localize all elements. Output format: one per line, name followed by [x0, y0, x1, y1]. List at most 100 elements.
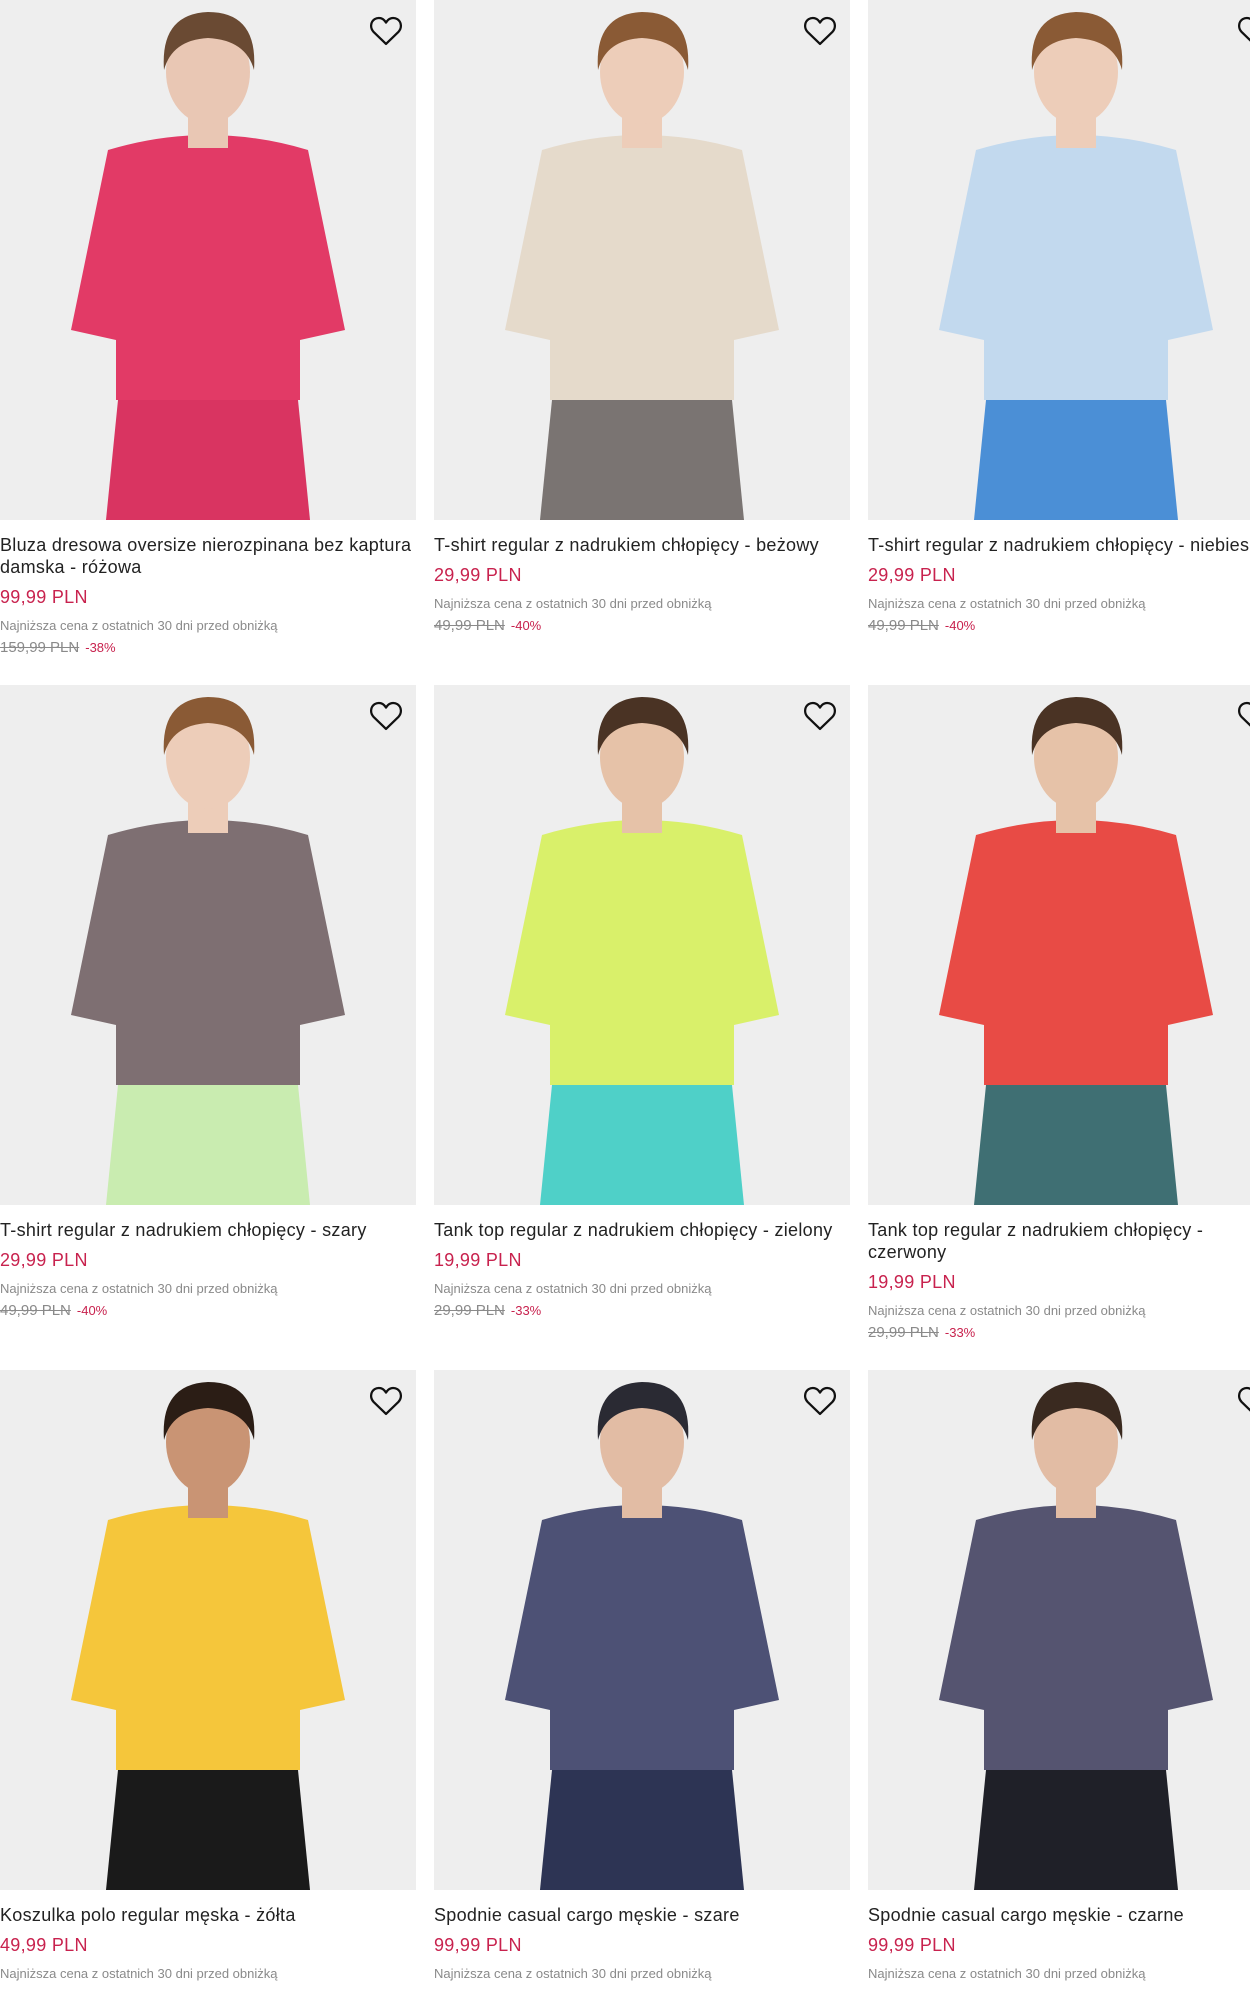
- lowest-price-label: Najniższa cena z ostatnich 30 dni przed …: [868, 1303, 1146, 1318]
- old-price-row: 159,99 PLN -38%: [0, 638, 416, 657]
- product-name[interactable]: T-shirt regular z nadrukiem chłopięcy - …: [434, 534, 850, 556]
- product-name[interactable]: Spodnie casual cargo męskie - czarne: [868, 1904, 1250, 1926]
- product-photo-figure: [0, 0, 416, 520]
- wishlist-heart-button[interactable]: [802, 12, 838, 48]
- product-photo-figure: [0, 1370, 416, 1890]
- product-info: T-shirt regular z nadrukiem chłopięcy - …: [434, 520, 850, 635]
- product-photo-figure: [0, 685, 416, 1205]
- product-info: Spodnie casual cargo męskie - szare 99,9…: [434, 1890, 850, 1982]
- product-image[interactable]: [0, 0, 416, 520]
- product-info: T-shirt regular z nadrukiem chłopięcy - …: [0, 1205, 416, 1320]
- lowest-price-label: Najniższa cena z ostatnich 30 dni przed …: [434, 1281, 712, 1296]
- heart-icon: [804, 16, 836, 45]
- heart-icon: [804, 1386, 836, 1415]
- product-image[interactable]: [434, 685, 850, 1205]
- old-price-row: 29,99 PLN -33%: [868, 1323, 1250, 1342]
- wishlist-heart-button[interactable]: [802, 1382, 838, 1418]
- old-price: 29,99 PLN: [434, 1302, 505, 1319]
- old-price: 49,99 PLN: [434, 617, 505, 634]
- product-photo-figure: [868, 1370, 1250, 1890]
- product-card[interactable]: Tank top regular z nadrukiem chłopięcy -…: [868, 685, 1250, 1370]
- product-image[interactable]: [868, 0, 1250, 520]
- discount-badge: -40%: [76, 1303, 108, 1318]
- product-image[interactable]: [0, 685, 416, 1205]
- lowest-price-label: Najniższa cena z ostatnich 30 dni przed …: [434, 1966, 712, 1981]
- product-card[interactable]: Spodnie casual cargo męskie - czarne 99,…: [868, 1370, 1250, 1992]
- product-price: 29,99 PLN: [868, 565, 956, 585]
- product-image[interactable]: [868, 1370, 1250, 1890]
- wishlist-heart-button[interactable]: [802, 697, 838, 733]
- wishlist-heart-button[interactable]: [1236, 1382, 1250, 1418]
- discount-badge: -33%: [944, 1325, 976, 1340]
- discount-badge: -40%: [510, 618, 542, 633]
- product-photo-figure: [434, 0, 850, 520]
- product-name[interactable]: T-shirt regular z nadrukiem chłopięcy - …: [868, 534, 1250, 556]
- discount-badge: -38%: [85, 640, 116, 655]
- product-card[interactable]: Spodnie casual cargo męskie - szare 99,9…: [434, 1370, 850, 1992]
- product-card[interactable]: Koszulka polo regular męska - żółta 49,9…: [0, 1370, 416, 1992]
- wishlist-heart-button[interactable]: [368, 1382, 404, 1418]
- product-name[interactable]: Tank top regular z nadrukiem chłopięcy -…: [434, 1219, 850, 1241]
- old-price: 49,99 PLN: [0, 1302, 71, 1319]
- heart-icon: [1238, 1386, 1250, 1412]
- product-name[interactable]: Koszulka polo regular męska - żółta: [0, 1904, 416, 1926]
- wishlist-heart-button[interactable]: [1236, 697, 1250, 733]
- product-info: Bluza dresowa oversize nierozpinana bez …: [0, 520, 416, 657]
- old-price: 49,99 PLN: [868, 617, 939, 634]
- heart-icon: [1238, 701, 1250, 727]
- product-price: 19,99 PLN: [434, 1250, 522, 1270]
- product-name[interactable]: Bluza dresowa oversize nierozpinana bez …: [0, 534, 416, 578]
- wishlist-heart-button[interactable]: [1236, 12, 1250, 48]
- lowest-price-label: Najniższa cena z ostatnich 30 dni przed …: [868, 596, 1146, 611]
- product-info: Tank top regular z nadrukiem chłopięcy -…: [868, 1205, 1250, 1342]
- lowest-price-label: Najniższa cena z ostatnich 30 dni przed …: [0, 618, 278, 633]
- product-photo-figure: [868, 685, 1250, 1205]
- product-card[interactable]: T-shirt regular z nadrukiem chłopięcy - …: [0, 685, 416, 1370]
- product-image[interactable]: [434, 0, 850, 520]
- product-info: Spodnie casual cargo męskie - czarne 99,…: [868, 1890, 1250, 1982]
- product-image[interactable]: [434, 1370, 850, 1890]
- product-name[interactable]: Spodnie casual cargo męskie - szare: [434, 1904, 850, 1926]
- product-price: 49,99 PLN: [0, 1935, 88, 1955]
- product-photo-figure: [434, 1370, 850, 1890]
- old-price-row: 49,99 PLN -40%: [868, 616, 1250, 635]
- old-price: 159,99 PLN: [0, 639, 80, 656]
- heart-icon: [370, 701, 402, 730]
- product-card[interactable]: T-shirt regular z nadrukiem chłopięcy - …: [868, 0, 1250, 685]
- lowest-price-label: Najniższa cena z ostatnich 30 dni przed …: [868, 1966, 1146, 1981]
- product-name[interactable]: Tank top regular z nadrukiem chłopięcy -…: [868, 1219, 1250, 1263]
- product-info: Tank top regular z nadrukiem chłopięcy -…: [434, 1205, 850, 1320]
- old-price-row: 49,99 PLN -40%: [0, 1301, 416, 1320]
- heart-icon: [804, 701, 836, 730]
- product-image[interactable]: [868, 685, 1250, 1205]
- product-price: 99,99 PLN: [868, 1935, 956, 1955]
- product-price: 19,99 PLN: [868, 1272, 956, 1292]
- lowest-price-label: Najniższa cena z ostatnich 30 dni przed …: [0, 1281, 278, 1296]
- lowest-price-label: Najniższa cena z ostatnich 30 dni przed …: [0, 1966, 278, 1981]
- product-name[interactable]: T-shirt regular z nadrukiem chłopięcy - …: [0, 1219, 416, 1241]
- old-price-row: 29,99 PLN -33%: [434, 1301, 850, 1320]
- old-price-row: 49,99 PLN -40%: [434, 616, 850, 635]
- heart-icon: [370, 1386, 402, 1415]
- discount-badge: -33%: [510, 1303, 542, 1318]
- lowest-price-label: Najniższa cena z ostatnich 30 dni przed …: [434, 596, 712, 611]
- wishlist-heart-button[interactable]: [368, 12, 404, 48]
- product-price: 29,99 PLN: [434, 565, 522, 585]
- heart-icon: [1238, 16, 1250, 42]
- product-info: Koszulka polo regular męska - żółta 49,9…: [0, 1890, 416, 1982]
- product-photo-figure: [434, 685, 850, 1205]
- product-image[interactable]: [0, 1370, 416, 1890]
- discount-badge: -40%: [944, 618, 976, 633]
- wishlist-heart-button[interactable]: [368, 697, 404, 733]
- product-price: 29,99 PLN: [0, 1250, 88, 1270]
- product-card[interactable]: T-shirt regular z nadrukiem chłopięcy - …: [434, 0, 850, 685]
- heart-icon: [370, 16, 402, 45]
- product-price: 99,99 PLN: [0, 587, 88, 607]
- product-photo-figure: [868, 0, 1250, 520]
- product-card[interactable]: Bluza dresowa oversize nierozpinana bez …: [0, 0, 416, 685]
- old-price: 29,99 PLN: [868, 1324, 939, 1341]
- product-grid: Bluza dresowa oversize nierozpinana bez …: [0, 0, 1250, 1992]
- product-card[interactable]: Tank top regular z nadrukiem chłopięcy -…: [434, 685, 850, 1370]
- product-price: 99,99 PLN: [434, 1935, 522, 1955]
- product-info: T-shirt regular z nadrukiem chłopięcy - …: [868, 520, 1250, 635]
